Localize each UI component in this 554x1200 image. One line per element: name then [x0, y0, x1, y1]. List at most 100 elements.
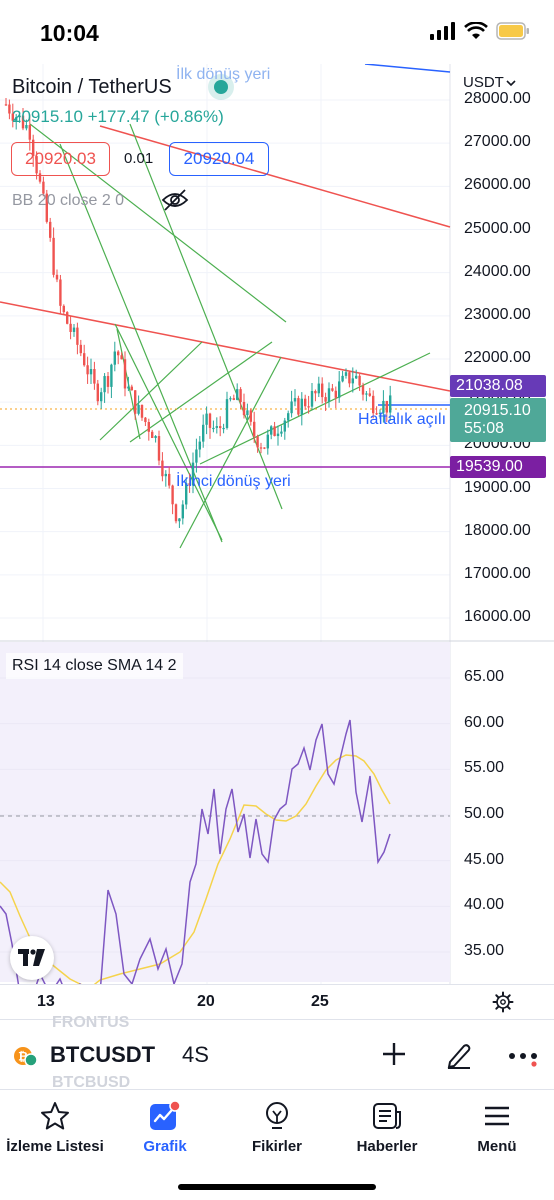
- candle-body: [266, 434, 269, 449]
- candle-body: [351, 378, 354, 384]
- nav-watchlist-label: İzleme Listesi: [6, 1138, 104, 1155]
- candle-body: [208, 413, 212, 428]
- candle-body: [331, 388, 334, 391]
- interval-button[interactable]: 4S: [182, 1042, 209, 1068]
- candle-body: [293, 398, 297, 402]
- candle-body: [171, 485, 174, 505]
- candle-body: [161, 460, 164, 477]
- price-axis-label: 26000.00: [464, 176, 531, 194]
- price-axis-label: 18000.00: [464, 521, 531, 539]
- candle-body: [103, 376, 106, 393]
- candle-body: [338, 381, 341, 398]
- more-options-icon[interactable]: [508, 1040, 538, 1070]
- add-icon[interactable]: [380, 1040, 408, 1068]
- candle-body: [120, 355, 123, 360]
- chart-area[interactable]: Bitcoin / TetherUS 20915.10 +177.47 (+0.…: [0, 64, 554, 984]
- chevron-down-icon: [506, 79, 516, 86]
- rsi-axis-label: 40.00: [464, 896, 505, 914]
- hamburger-menu-icon: [485, 1106, 509, 1126]
- candle-body: [314, 390, 317, 394]
- nav-ideas[interactable]: Fikirler: [222, 1100, 332, 1155]
- price-axis-label: 16000.00: [464, 608, 531, 625]
- candle-body: [273, 426, 276, 437]
- symbol-toolbar: FRONTUS ₿ BTCUSDT 4S BTCBUSD: [0, 1014, 554, 1091]
- nav-news[interactable]: Haberler: [332, 1100, 442, 1155]
- annotation-second[interactable]: İkinci dönüş yeri: [176, 473, 291, 491]
- annotation-weekly[interactable]: Haftalık açılı: [358, 411, 446, 429]
- chart-icon: [150, 1100, 181, 1130]
- gear-icon[interactable]: [492, 991, 514, 1013]
- currency-select[interactable]: USDT: [463, 74, 516, 91]
- candle-body: [310, 390, 314, 407]
- nav-news-label: Haberler: [356, 1138, 418, 1155]
- candle-body: [324, 397, 327, 402]
- rsi-axis-label: 45.00: [464, 850, 505, 868]
- candle-body: [225, 399, 229, 428]
- candle-body: [317, 383, 320, 394]
- wifi-icon: [464, 22, 488, 39]
- rsi-label[interactable]: RSI 14 close SMA 14 2: [6, 653, 183, 679]
- candle-body: [283, 420, 286, 432]
- home-indicator: [178, 1184, 376, 1190]
- current-price-badge: 20915.10 55:08: [450, 398, 546, 442]
- candle-body: [202, 424, 205, 442]
- eye-off-icon[interactable]: [160, 188, 190, 212]
- candle-body: [140, 404, 144, 418]
- star-icon: [41, 1102, 69, 1130]
- candle-body: [89, 369, 93, 375]
- upper-line-badge: 21038.08: [450, 375, 546, 397]
- candle-body: [49, 221, 52, 238]
- price-axis-label: 28000.00: [464, 90, 531, 107]
- candle-body: [174, 504, 178, 522]
- indicator-label[interactable]: BB 20 close 2 0: [12, 192, 124, 210]
- candle-body: [147, 422, 150, 432]
- rsi-axis-label: 65.00: [464, 668, 505, 685]
- time-axis[interactable]: 13 20 25: [0, 984, 554, 1018]
- buy-price-button[interactable]: 20920.04: [169, 142, 269, 176]
- bottom-navigation: İzleme Listesi Grafik Fikirler Haberler: [0, 1089, 554, 1200]
- candle-body: [222, 427, 225, 430]
- signal-icon: [430, 22, 455, 40]
- candle-body: [321, 383, 324, 398]
- candle-body: [242, 401, 246, 416]
- candle-body: [212, 427, 215, 430]
- candle-body: [164, 473, 167, 477]
- symbol-search-button[interactable]: BTCUSDT: [50, 1042, 155, 1068]
- nav-menu-label: Menü: [477, 1138, 517, 1155]
- candle-body: [52, 237, 55, 275]
- candle-body: [344, 372, 348, 376]
- current-price-value: 20915.10: [464, 402, 531, 419]
- symbol-title[interactable]: Bitcoin / TetherUS: [12, 76, 172, 99]
- support-line-badge: 19539.00: [450, 456, 546, 478]
- candle-body: [300, 398, 303, 415]
- drawing-tool-icon[interactable]: [444, 1040, 474, 1070]
- status-time: 10:04: [40, 20, 99, 46]
- candle-body: [93, 369, 96, 384]
- status-bar: 10:04: [0, 0, 554, 64]
- tradingview-logo[interactable]: [10, 936, 54, 980]
- candle-body: [86, 365, 89, 375]
- spread-value: 0.01: [124, 150, 154, 167]
- nav-watchlist[interactable]: İzleme Listesi: [0, 1100, 110, 1155]
- candle-body: [389, 395, 392, 413]
- annotation-top[interactable]: İlk dönüş yeri: [176, 66, 270, 84]
- candle-body: [151, 431, 154, 439]
- sell-price-button[interactable]: 20920.03: [11, 142, 110, 176]
- candle-body: [8, 104, 11, 114]
- candle-body: [263, 447, 266, 449]
- candle-body: [256, 436, 259, 448]
- candle-body: [100, 392, 103, 402]
- nav-chart[interactable]: Grafik: [110, 1100, 220, 1155]
- lightbulb-icon: [266, 1102, 288, 1129]
- candle-body: [106, 376, 110, 387]
- time-tick: 25: [311, 993, 329, 1010]
- candle-body: [55, 274, 59, 280]
- candle-body: [195, 449, 198, 463]
- nav-menu[interactable]: Menü: [442, 1100, 552, 1155]
- bitcoin-icon: ₿: [14, 1047, 38, 1067]
- candle-body: [253, 421, 256, 437]
- candle-body: [181, 504, 184, 519]
- battery-icon: [496, 22, 529, 40]
- nav-chart-label: Grafik: [143, 1138, 187, 1155]
- candle-body: [157, 436, 161, 461]
